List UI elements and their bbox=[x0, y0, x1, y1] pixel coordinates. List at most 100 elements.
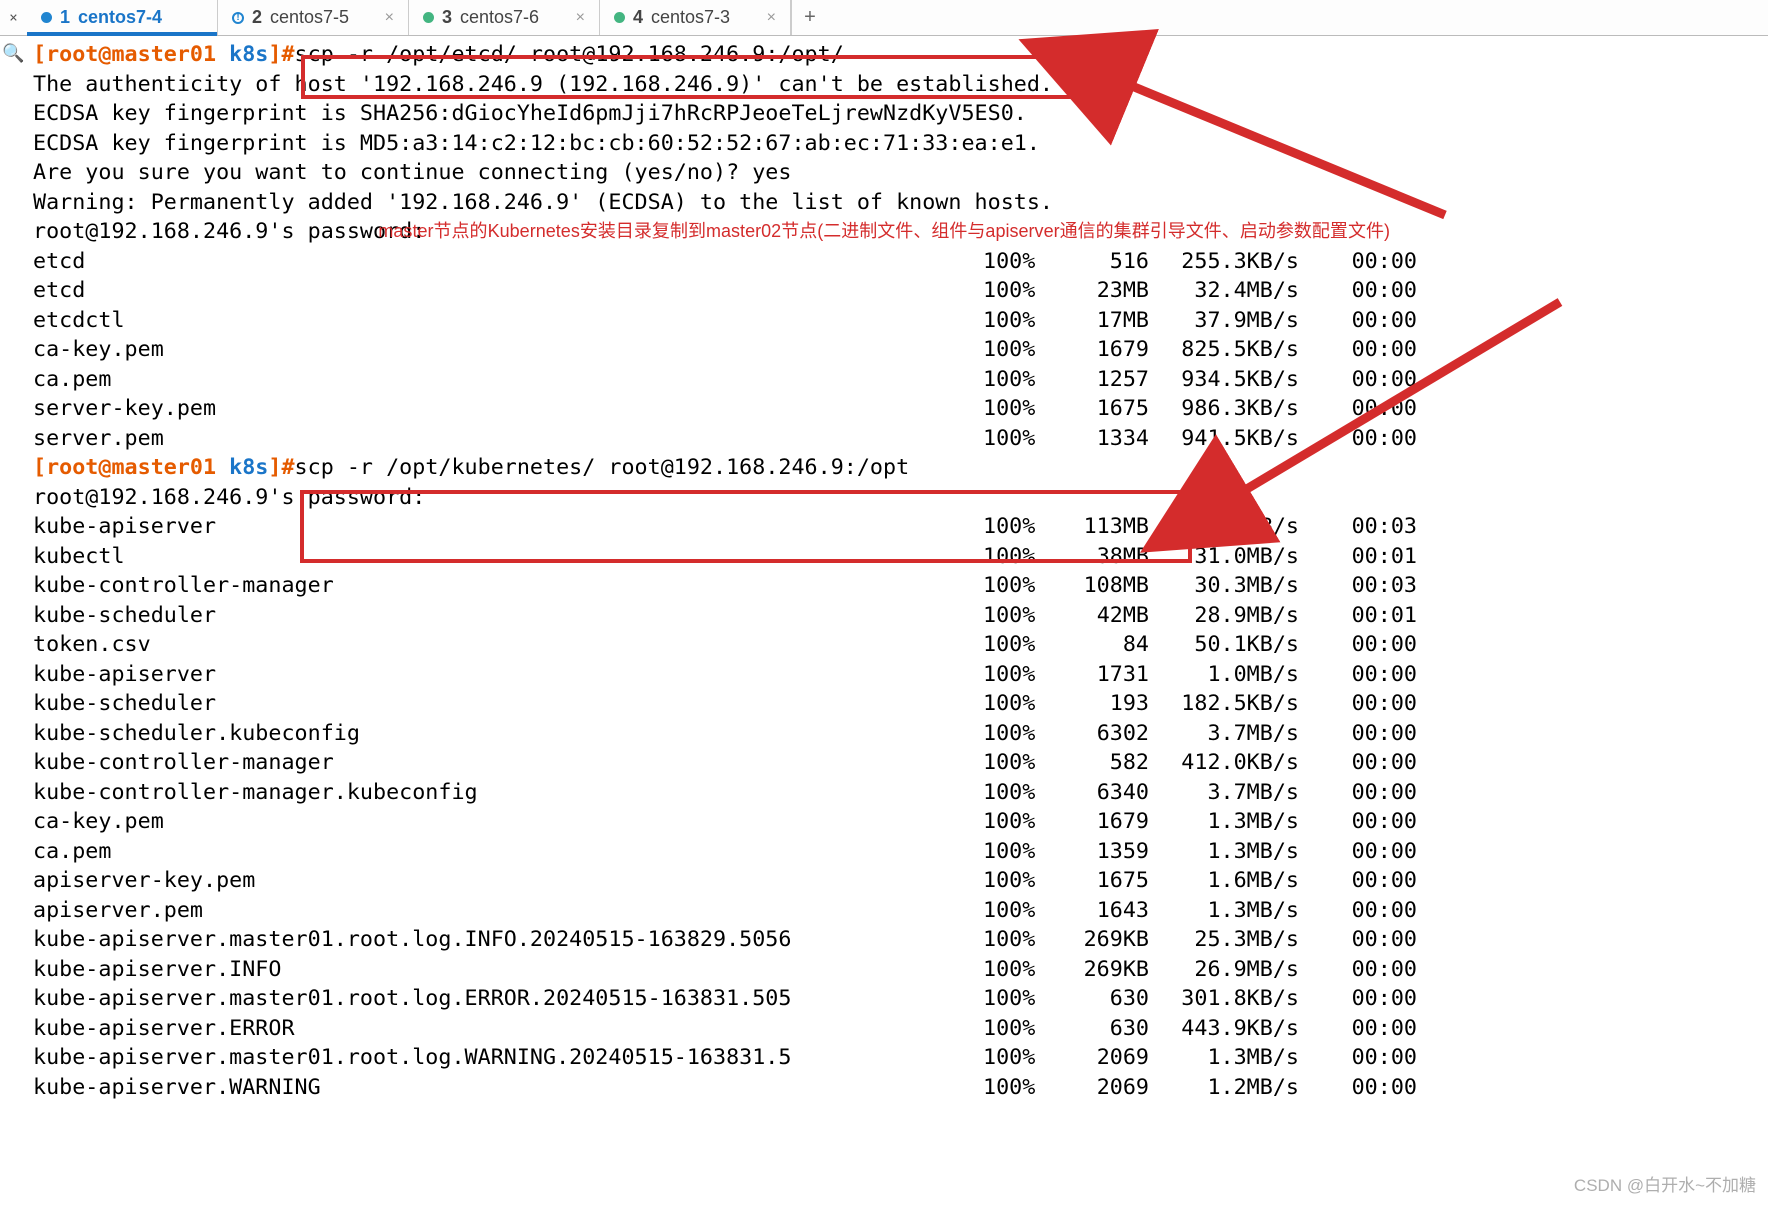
prompt-user: [root@master01 bbox=[33, 453, 229, 483]
prompt-end: ]# bbox=[268, 453, 294, 483]
file-name: kubectl bbox=[33, 542, 983, 572]
file-size: 23MB bbox=[1057, 276, 1149, 306]
file-name: kube-controller-manager bbox=[33, 571, 983, 601]
tab-centos7-6[interactable]: 3centos7-6× bbox=[409, 0, 600, 35]
file-pct: 100% bbox=[983, 601, 1057, 631]
file-time: 00:03 bbox=[1299, 512, 1417, 542]
file-size: 84 bbox=[1057, 630, 1149, 660]
file-time: 00:00 bbox=[1299, 630, 1417, 660]
file-rate: 1.3MB/s bbox=[1149, 837, 1299, 867]
file-size: 516 bbox=[1057, 247, 1149, 277]
file-rate: 443.9KB/s bbox=[1149, 1014, 1299, 1044]
file-time: 00:00 bbox=[1299, 837, 1417, 867]
command-2: scp -r /opt/kubernetes/ root@192.168.246… bbox=[295, 453, 910, 483]
file-name: apiserver.pem bbox=[33, 896, 983, 926]
file-pct: 100% bbox=[983, 925, 1057, 955]
file-name: ca.pem bbox=[33, 365, 983, 395]
status-dot-icon bbox=[614, 12, 625, 23]
file-size: 6340 bbox=[1057, 778, 1149, 808]
file-pct: 100% bbox=[983, 335, 1057, 365]
file-name: kube-apiserver.ERROR bbox=[33, 1014, 983, 1044]
file-rate: 25.3MB/s bbox=[1149, 925, 1299, 955]
tab-label: centos7-4 bbox=[78, 7, 162, 28]
file-name: kube-scheduler bbox=[33, 689, 983, 719]
file-size: 630 bbox=[1057, 984, 1149, 1014]
file-size: 2069 bbox=[1057, 1073, 1149, 1103]
file-name: kube-apiserver.master01.root.log.WARNING… bbox=[33, 1043, 983, 1073]
prompt-cwd: k8s bbox=[229, 453, 268, 483]
file-pct: 100% bbox=[983, 955, 1057, 985]
tab-close-icon[interactable]: × bbox=[385, 9, 394, 27]
tab-close-icon[interactable]: × bbox=[767, 9, 776, 27]
tab-centos7-3[interactable]: 4 centos7-3 × bbox=[600, 0, 791, 35]
file-time: 00:00 bbox=[1299, 660, 1417, 690]
tab-left-stub: × bbox=[0, 0, 27, 35]
file-pct: 100% bbox=[983, 689, 1057, 719]
file-time: 00:01 bbox=[1299, 542, 1417, 572]
status-dot-icon bbox=[41, 12, 52, 23]
file-pct: 100% bbox=[983, 748, 1057, 778]
tab-label: centos7-3 bbox=[651, 7, 730, 28]
file-size: 193 bbox=[1057, 689, 1149, 719]
tab-centos7-5[interactable]: 2centos7-5× bbox=[218, 0, 409, 35]
file-name: token.csv bbox=[33, 630, 983, 660]
file-size: 17MB bbox=[1057, 306, 1149, 336]
file-time: 00:00 bbox=[1299, 1073, 1417, 1103]
file-rate: 37.9MB/s bbox=[1149, 306, 1299, 336]
file-name: server-key.pem bbox=[33, 394, 983, 424]
file-pct: 100% bbox=[983, 512, 1057, 542]
file-time: 00:00 bbox=[1299, 1043, 1417, 1073]
file-time: 00:00 bbox=[1299, 335, 1417, 365]
left-gutter: 🔍 bbox=[0, 35, 27, 1214]
file-name: kube-scheduler bbox=[33, 601, 983, 631]
tab-bar: × 1centos7-42centos7-5×3centos7-6× 4 cento… bbox=[0, 0, 1768, 36]
annotation-text: master节点的Kubernetes安装目录复制到master02节点(二进制… bbox=[378, 217, 1390, 247]
file-name: kube-apiserver bbox=[33, 660, 983, 690]
file-pct: 100% bbox=[983, 1043, 1057, 1073]
terminal-output[interactable]: [root@master01 k8s]#scp -r /opt/etcd/ ro… bbox=[33, 40, 1450, 1102]
file-rate: 301.8KB/s bbox=[1149, 984, 1299, 1014]
file-name: etcd bbox=[33, 247, 983, 277]
file-pct: 100% bbox=[983, 837, 1057, 867]
file-size: 630 bbox=[1057, 1014, 1149, 1044]
file-time: 00:00 bbox=[1299, 394, 1417, 424]
file-size: 1731 bbox=[1057, 660, 1149, 690]
file-pct: 100% bbox=[983, 807, 1057, 837]
file-size: 6302 bbox=[1057, 719, 1149, 749]
file-pct: 100% bbox=[983, 896, 1057, 926]
file-pct: 100% bbox=[983, 247, 1057, 277]
file-pct: 100% bbox=[983, 778, 1057, 808]
file-size: 1334 bbox=[1057, 424, 1149, 454]
file-time: 00:00 bbox=[1299, 306, 1417, 336]
file-rate: 3.7MB/s bbox=[1149, 719, 1299, 749]
search-icon[interactable]: 🔍 bbox=[2, 43, 24, 64]
file-time: 00:00 bbox=[1299, 778, 1417, 808]
file-pct: 100% bbox=[983, 1073, 1057, 1103]
file-time: 00:00 bbox=[1299, 807, 1417, 837]
file-size: 38MB bbox=[1057, 542, 1149, 572]
tab-number: 2 bbox=[252, 7, 262, 28]
file-pct: 100% bbox=[983, 542, 1057, 572]
file-pct: 100% bbox=[983, 660, 1057, 690]
file-rate: 32.4MB/s bbox=[1149, 276, 1299, 306]
file-rate: 26.9MB/s bbox=[1149, 955, 1299, 985]
tab-close-icon[interactable]: × bbox=[576, 9, 585, 27]
output-line: root@192.168.246.9's password: bbox=[33, 483, 438, 513]
output-line: The authenticity of host '192.168.246.9 … bbox=[33, 70, 1053, 100]
file-size: 1643 bbox=[1057, 896, 1149, 926]
file-pct: 100% bbox=[983, 394, 1057, 424]
file-rate: 1.3MB/s bbox=[1149, 896, 1299, 926]
file-time: 00:00 bbox=[1299, 925, 1417, 955]
output-line: ECDSA key fingerprint is MD5:a3:14:c2:12… bbox=[33, 129, 1040, 159]
tab-number: 4 bbox=[633, 7, 643, 28]
file-pct: 100% bbox=[983, 1014, 1057, 1044]
add-tab-button[interactable]: + bbox=[791, 0, 828, 35]
close-icon[interactable]: × bbox=[9, 11, 17, 25]
file-size: 1359 bbox=[1057, 837, 1149, 867]
file-rate: 934.5KB/s bbox=[1149, 365, 1299, 395]
file-pct: 100% bbox=[983, 984, 1057, 1014]
file-size: 582 bbox=[1057, 748, 1149, 778]
tab-centos7-4[interactable]: 1centos7-4 bbox=[27, 0, 218, 35]
file-rate: 182.5KB/s bbox=[1149, 689, 1299, 719]
file-name: kube-apiserver.WARNING bbox=[33, 1073, 983, 1103]
